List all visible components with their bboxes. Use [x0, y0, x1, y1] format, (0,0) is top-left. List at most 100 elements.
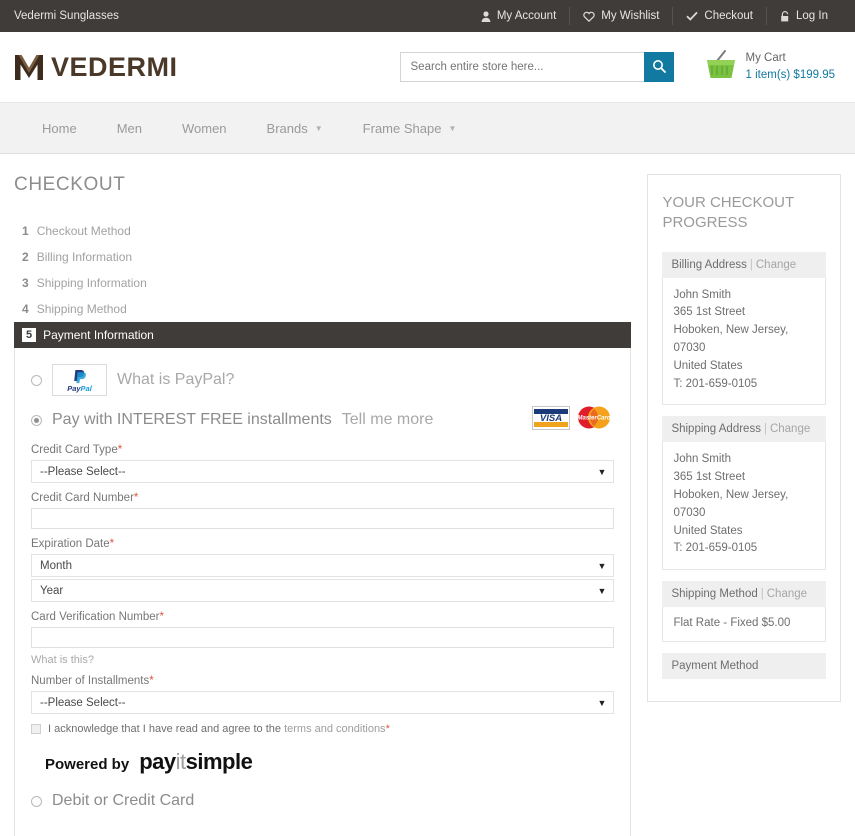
card-verification-label: Card Verification Number*: [31, 611, 614, 623]
step-number: 5: [22, 328, 37, 342]
terms-acknowledge-text: I acknowledge that I have read and agree…: [48, 723, 390, 735]
terms-checkbox[interactable]: [31, 724, 41, 734]
chevron-down-icon: ▼: [597, 585, 607, 596]
accepted-cards: VISA MasterCard: [532, 405, 614, 435]
checkout-step-payment-information[interactable]: 5 Payment Information: [14, 322, 632, 348]
search-input[interactable]: [399, 52, 644, 82]
nav-item-men[interactable]: Men: [97, 121, 162, 136]
checkout-step-shipping-method[interactable]: 4 Shipping Method: [14, 296, 631, 322]
chevron-down-icon: ▼: [314, 123, 323, 133]
pis-pay: pay: [139, 749, 176, 774]
expiration-date-label: Expiration Date*: [31, 538, 614, 550]
pis-simple: simple: [185, 749, 253, 774]
checkout-step-billing-information[interactable]: 2 Billing Information: [14, 244, 631, 270]
label-text: Number of Installments: [31, 675, 150, 687]
site-logo[interactable]: VEDERMI: [14, 52, 178, 83]
top-link-my-account[interactable]: My Account: [468, 7, 569, 25]
nav-item-brands[interactable]: Brands ▼: [247, 121, 343, 136]
nav-item-label: Frame Shape: [362, 120, 442, 136]
chevron-down-icon: ▼: [597, 466, 607, 477]
label-text: Credit Card Type: [31, 444, 118, 456]
address-line: John Smith: [673, 453, 731, 466]
sidebar-billing-address-body: John Smith 365 1st Street Hoboken, New J…: [662, 277, 826, 406]
chevron-down-icon: ▼: [597, 697, 607, 708]
search-button[interactable]: [643, 52, 674, 82]
separator: |: [760, 588, 764, 601]
step-number: 1: [22, 224, 29, 238]
top-link-my-wishlist[interactable]: My Wishlist: [569, 7, 672, 25]
section-heading-label: Billing Address: [671, 258, 747, 271]
card-verification-input[interactable]: [31, 627, 615, 648]
paypal-wordmark: PayPal: [67, 383, 92, 393]
select-value: Year: [40, 584, 64, 597]
address-line: T: 201-659-0105: [673, 542, 758, 555]
top-link-label: Checkout: [704, 10, 754, 22]
address-line: United States: [673, 524, 743, 537]
address-line: Hoboken, New Jersey, 07030: [673, 324, 789, 354]
nav-item-label: Home: [42, 120, 77, 136]
sidebar-shipping-method-body: Flat Rate - Fixed $5.00: [662, 607, 826, 643]
expiration-year-select[interactable]: Year ▼: [31, 579, 615, 602]
separator: |: [749, 258, 753, 271]
cart-title: My Cart: [745, 52, 786, 65]
payment-option-paypal[interactable]: PayPal What is PayPal?: [31, 364, 614, 396]
payment-option-debit-credit-card[interactable]: Debit or Credit Card: [31, 792, 614, 810]
user-icon: [481, 10, 491, 22]
expiration-month-select[interactable]: Month ▼: [31, 554, 615, 577]
billing-address-change-link[interactable]: Change: [756, 259, 796, 271]
svg-text:MasterCard: MasterCard: [578, 416, 611, 422]
step-label: Checkout Method: [36, 224, 131, 238]
site-header: VEDERMI My Cart 1 item(s) $199.95: [0, 32, 855, 102]
address-line: T: 201-659-0105: [673, 377, 758, 390]
address-line: 365 1st Street: [673, 471, 746, 484]
credit-card-number-label: Credit Card Number*: [31, 492, 614, 504]
step-label: Shipping Method: [36, 302, 127, 316]
ack-text-before: I acknowledge that I have read and agree…: [48, 723, 281, 735]
store-brand-label: Vedermi Sunglasses: [14, 10, 119, 22]
number-of-installments-select[interactable]: --Please Select-- ▼: [31, 691, 615, 714]
required-marker: *: [159, 611, 164, 623]
mini-cart[interactable]: My Cart 1 item(s) $199.95: [704, 49, 835, 86]
label-text: Expiration Date: [31, 538, 110, 550]
top-link-label: Log In: [796, 10, 828, 22]
checkout-progress-box: YOUR CHECKOUT PROGRESS Billing Address | C…: [647, 174, 841, 703]
paypal-radio[interactable]: [31, 374, 42, 386]
terms-and-conditions-link[interactable]: terms and conditions: [284, 723, 386, 735]
shipping-method-change-link[interactable]: Change: [767, 588, 807, 600]
required-marker: *: [149, 675, 154, 687]
required-marker: *: [109, 538, 115, 550]
step-number: 3: [22, 276, 29, 290]
step-number: 2: [22, 250, 29, 264]
page-body: CHECKOUT 1 Checkout Method 2 Billing Inf…: [0, 154, 855, 836]
installments-label: Pay with INTEREST FREE installments: [52, 411, 332, 428]
credit-card-type-select[interactable]: --Please Select-- ▼: [31, 460, 615, 483]
checkout-step-checkout-method[interactable]: 1 Checkout Method: [14, 218, 631, 244]
installments-radio[interactable]: [31, 414, 42, 426]
payment-option-installments-row: Pay with INTEREST FREE installments Tell…: [31, 405, 614, 435]
select-value: --Please Select--: [40, 696, 126, 709]
nav-item-frame-shape[interactable]: Frame Shape ▼: [343, 121, 477, 136]
number-of-installments-label: Number of Installments*: [31, 675, 614, 687]
terms-acknowledge-row[interactable]: I acknowledge that I have read and agree…: [31, 723, 614, 735]
separator: |: [763, 423, 767, 436]
address-line: 365 1st Street: [673, 306, 746, 319]
paypal-p-icon: [73, 369, 86, 383]
select-value: Month: [40, 559, 72, 572]
top-link-checkout[interactable]: Checkout: [672, 7, 766, 25]
shipping-address-change-link[interactable]: Change: [770, 423, 810, 435]
checkout-step-shipping-information[interactable]: 3 Shipping Information: [14, 270, 631, 296]
what-is-paypal-link[interactable]: What is PayPal?: [117, 371, 234, 389]
debit-credit-radio[interactable]: [31, 795, 42, 807]
search-icon: [652, 59, 666, 76]
payment-option-installments[interactable]: Pay with INTEREST FREE installments Tell…: [31, 411, 433, 429]
step-number: 4: [22, 302, 29, 316]
tell-me-more-link[interactable]: Tell me more: [342, 411, 434, 429]
top-link-log-in[interactable]: Log In: [766, 7, 841, 25]
nav-item-women[interactable]: Women: [162, 121, 247, 136]
nav-item-home[interactable]: Home: [22, 121, 97, 136]
address-line: John Smith: [673, 288, 731, 301]
what-is-this-link[interactable]: What is this?: [31, 654, 614, 666]
checkout-main-column: CHECKOUT 1 Checkout Method 2 Billing Inf…: [14, 174, 632, 836]
credit-card-number-input[interactable]: [31, 508, 615, 529]
